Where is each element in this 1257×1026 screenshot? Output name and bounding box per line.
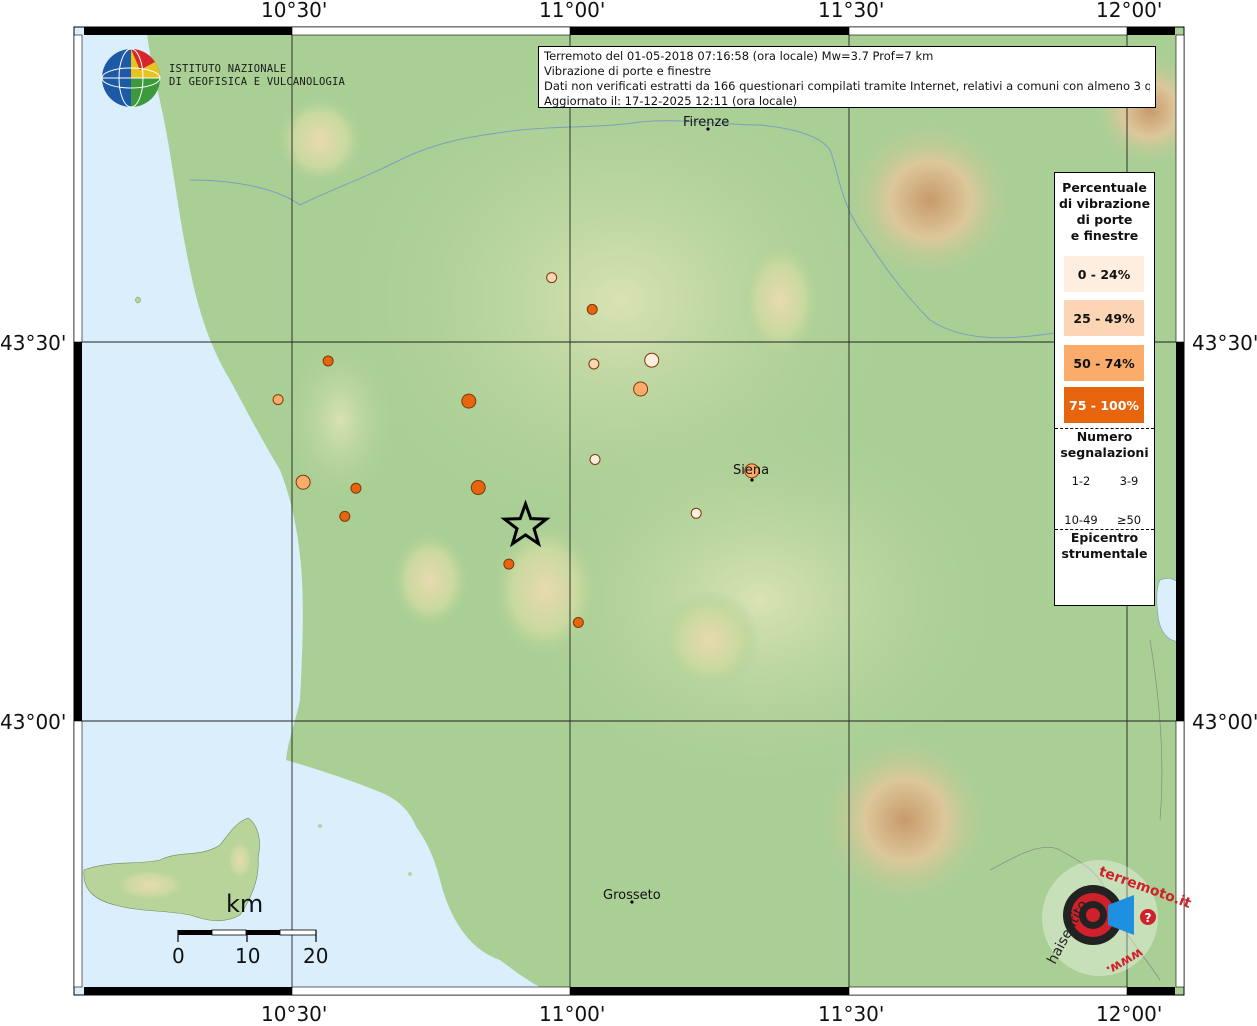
scale-tick-10: 10 xyxy=(235,944,261,968)
ingv-logo-text: ISTITUTO NAZIONALE DI GEOFISICA E VULCAN… xyxy=(169,63,345,89)
observation-point xyxy=(644,352,660,368)
observation-point xyxy=(350,482,362,494)
lon-label-top-1130: 11°30' xyxy=(818,0,885,22)
legend-count-label-10-49: 10-49 xyxy=(1064,513,1098,527)
observation-point xyxy=(589,453,601,465)
legend-title-line: di porte xyxy=(1076,212,1133,227)
observation-point xyxy=(295,474,311,490)
observation-point xyxy=(546,272,558,284)
legend-class-50-74: 50 - 74% xyxy=(1064,345,1144,381)
islet xyxy=(408,872,412,876)
legend: Percentuale di vibrazione di porte e fin… xyxy=(1054,172,1155,606)
lon-label-top-1200: 12°00' xyxy=(1096,0,1163,22)
event-data-note: Dati non verificati estratti da 166 ques… xyxy=(544,79,1150,93)
relief-patch xyxy=(226,838,254,882)
relief-patch xyxy=(815,730,995,910)
ingv-logo-icon xyxy=(101,48,161,108)
legend-count-label-3-9: 3-9 xyxy=(1119,474,1139,488)
islet xyxy=(318,824,322,828)
lat-label-right-4300: 43°00' xyxy=(1192,710,1257,734)
lon-label-bottom-1130: 11°30' xyxy=(818,1002,885,1026)
legend-count-label-50: ≥50 xyxy=(1116,513,1142,527)
legend-class-75-100: 75 - 100% xyxy=(1064,387,1144,423)
observation-point xyxy=(690,507,702,519)
lon-label-bottom-1100: 11°00' xyxy=(539,1002,606,1026)
lon-label-top-1100: 11°00' xyxy=(539,0,606,22)
svg-text:?: ? xyxy=(1145,911,1152,925)
legend-count-title-line: segnalazioni xyxy=(1060,445,1149,460)
observation-point xyxy=(470,480,486,496)
event-info-box: Terremoto del 01-05-2018 07:16:58 (ora l… xyxy=(538,46,1156,108)
legend-title-line: di vibrazione xyxy=(1058,196,1151,211)
event-updated: Aggiornato il: 17-12-2025 12:11 (ora loc… xyxy=(544,94,798,108)
observation-point xyxy=(503,558,515,570)
relief-patch xyxy=(660,590,760,690)
observation-point xyxy=(322,355,334,367)
legend-count-title: Numero segnalazioni xyxy=(1055,429,1154,461)
lat-label-right-4330: 43°30' xyxy=(1192,331,1257,355)
observation-point xyxy=(586,303,598,315)
relief-patch xyxy=(275,95,365,185)
lon-label-top-1030: 10°30' xyxy=(261,0,328,22)
legend-class-25-49: 25 - 49% xyxy=(1064,300,1144,336)
legend-class-0-24: 0 - 24% xyxy=(1064,256,1144,292)
legend-title-line: e finestre xyxy=(1070,228,1139,243)
scale-tick-0: 0 xyxy=(172,944,185,968)
observation-point xyxy=(633,381,649,397)
relief-patch xyxy=(490,520,600,660)
lat-label-left-4300: 43°00' xyxy=(0,710,67,734)
place-label-firenze: Firenze xyxy=(683,115,730,130)
legend-count-label-1-2: 1-2 xyxy=(1071,474,1091,488)
lat-label-left-4330: 43°30' xyxy=(0,331,67,355)
observation-point xyxy=(272,394,284,406)
ingv-line-2: DI GEOFISICA E VULCANOLOGIA xyxy=(169,76,346,88)
place-label-grosseto: Grosseto xyxy=(603,888,661,903)
legend-count-title-line: Numero xyxy=(1076,429,1133,444)
observation-point xyxy=(461,393,477,409)
islet xyxy=(135,296,141,304)
ingv-line-1: ISTITUTO NAZIONALE xyxy=(169,63,287,75)
legend-epicenter-title: Epicentro strumentale xyxy=(1055,530,1154,562)
scale-tick-20: 20 xyxy=(303,944,329,968)
place-label-siena: Siena xyxy=(733,463,770,478)
lon-label-bottom-1200: 12°00' xyxy=(1096,1002,1163,1026)
legend-title: Percentuale di vibrazione di porte e fin… xyxy=(1055,180,1154,244)
observation-point xyxy=(339,510,351,522)
event-subtitle: Vibrazione di porte e finestre xyxy=(544,64,712,78)
relief-patch xyxy=(390,530,470,630)
legend-epicenter-title-line: strumentale xyxy=(1061,546,1148,561)
legend-epicenter-title-line: Epicentro xyxy=(1070,530,1139,545)
relief-patch xyxy=(110,867,190,903)
relief-patch xyxy=(840,115,1020,285)
observation-point xyxy=(588,358,600,370)
legend-title-line: Percentuale xyxy=(1062,180,1147,195)
lon-label-bottom-1030: 10°30' xyxy=(261,1002,328,1026)
city-marker-siena xyxy=(750,478,754,482)
scale-unit: km xyxy=(226,890,264,918)
event-title: Terremoto del 01-05-2018 07:16:58 (ora l… xyxy=(544,49,934,63)
map-background xyxy=(74,27,1184,995)
observation-point xyxy=(572,616,584,628)
